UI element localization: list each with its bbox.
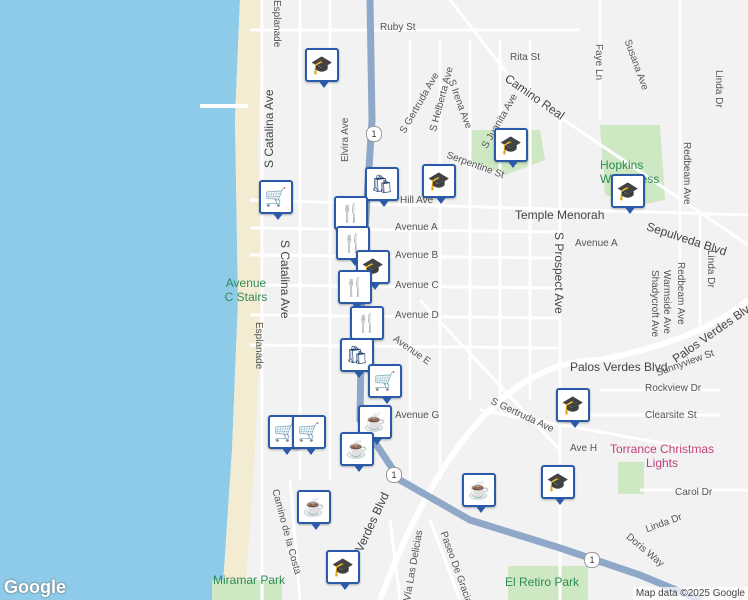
label-shadycroft-ave: Shadycroft Ave (649, 270, 660, 338)
shopping-bag-icon: 🛍 (370, 174, 394, 194)
highway-1-shield-mid: 1 (386, 467, 402, 483)
shopping-cart-marker[interactable]: 🛒 (292, 415, 326, 455)
label-avenue-g: Avenue G (395, 410, 440, 421)
school-marker[interactable]: 🎓 (611, 174, 645, 214)
label-avenue-b: Avenue B (395, 250, 439, 261)
label-redbeam-ave-north: Redbeam Ave (681, 142, 692, 205)
restaurant-marker[interactable]: 🍴 (350, 306, 384, 346)
label-palos-verdes-blvd-mid: Palos Verdes Blvd (570, 360, 668, 374)
coffee-icon: ☕ (302, 497, 326, 517)
label-esplanade-north: Esplanade (271, 0, 282, 48)
school-marker[interactable]: 🎓 (305, 48, 339, 88)
school-icon: 🎓 (499, 135, 523, 155)
school-icon: 🎓 (616, 181, 640, 201)
highway-1-shield-south: 1 (584, 552, 600, 568)
label-ruby-st: Ruby St (380, 22, 416, 33)
label-avenue-a: Avenue A (395, 222, 438, 233)
coffee-icon: ☕ (363, 412, 387, 432)
label-redbeam-ave-south: Redbeam Ave (675, 262, 686, 325)
shopping-cart-icon: 🛒 (297, 422, 321, 442)
coffee-marker[interactable]: ☕ (340, 432, 374, 472)
map-canvas[interactable]: Ruby St Rita St Camino Real Serpentine S… (0, 0, 748, 600)
label-carol-dr: Carol Dr (675, 487, 713, 498)
shopping-cart-icon: 🛒 (373, 371, 397, 391)
school-icon: 🎓 (310, 55, 334, 75)
coffee-marker[interactable]: ☕ (297, 490, 331, 530)
label-temple-menorah: Temple Menorah (515, 208, 605, 222)
school-icon: 🎓 (331, 557, 355, 577)
highway-1-shield-north: 1 (366, 126, 382, 142)
label-rita-st: Rita St (510, 52, 541, 63)
label-elvira-ave: Elvira Ave (340, 117, 351, 162)
restaurant-icon: 🍴 (355, 313, 379, 333)
restaurant-icon: 🍴 (339, 203, 363, 223)
label-avenue-c-stairs: Avenue C Stairs (224, 276, 268, 304)
restaurant-marker[interactable]: 🍴 (338, 270, 372, 310)
school-marker[interactable]: 🎓 (541, 465, 575, 505)
label-s-catalina-ave-north: S Catalina Ave (262, 89, 276, 169)
label-clearsite-st: Clearsite St (645, 410, 697, 421)
google-logo: Google (4, 577, 66, 597)
label-avenue-c: Avenue C (395, 280, 439, 291)
shopping-cart-marker[interactable]: 🛒 (259, 180, 293, 220)
restaurant-icon: 🍴 (343, 277, 367, 297)
school-marker[interactable]: 🎓 (326, 550, 360, 590)
label-faye-ln: Faye Ln (593, 44, 604, 81)
school-marker[interactable]: 🎓 (494, 128, 528, 168)
shopping-cart-marker[interactable]: 🛒 (368, 364, 402, 404)
label-ave-h: Ave H (570, 443, 598, 454)
label-esplanade-south: Esplanade (253, 322, 264, 370)
label-miramar-park: Miramar Park (213, 573, 286, 587)
label-linda-dr-north: Linda Dr (713, 70, 724, 108)
label-s-prospect-ave: S Prospect Ave (552, 232, 566, 314)
label-avenue-a-east: Avenue A (575, 238, 618, 249)
coffee-icon: ☕ (467, 480, 491, 500)
label-el-retiro-park: El Retiro Park (505, 575, 580, 589)
coffee-icon: ☕ (345, 439, 369, 459)
school-icon: 🎓 (427, 171, 451, 191)
school-icon: 🎓 (546, 472, 570, 492)
label-torrance-christmas-lights: Torrance Christmas Lights (609, 442, 715, 470)
school-marker[interactable]: 🎓 (556, 388, 590, 428)
map-copyright: Map data ©2025 Google (632, 587, 748, 600)
label-avenue-d: Avenue D (395, 310, 439, 321)
school-marker[interactable]: 🎓 (422, 164, 456, 204)
school-icon: 🎓 (561, 395, 585, 415)
shopping-cart-icon: 🛒 (264, 187, 288, 207)
label-linda-dr-mid: Linda Dr (705, 250, 716, 288)
shopping-bag-icon: 🛍 (345, 345, 369, 365)
label-rockview-dr: Rockview Dr (645, 383, 702, 394)
shopping-bag-marker[interactable]: 🛍 (365, 167, 399, 207)
label-warmside-ave: Warmside Ave (661, 270, 672, 334)
coffee-marker[interactable]: ☕ (462, 473, 496, 513)
label-s-catalina-ave-south: S Catalina Ave (278, 240, 292, 319)
restaurant-marker[interactable]: 🍴 (334, 196, 368, 236)
